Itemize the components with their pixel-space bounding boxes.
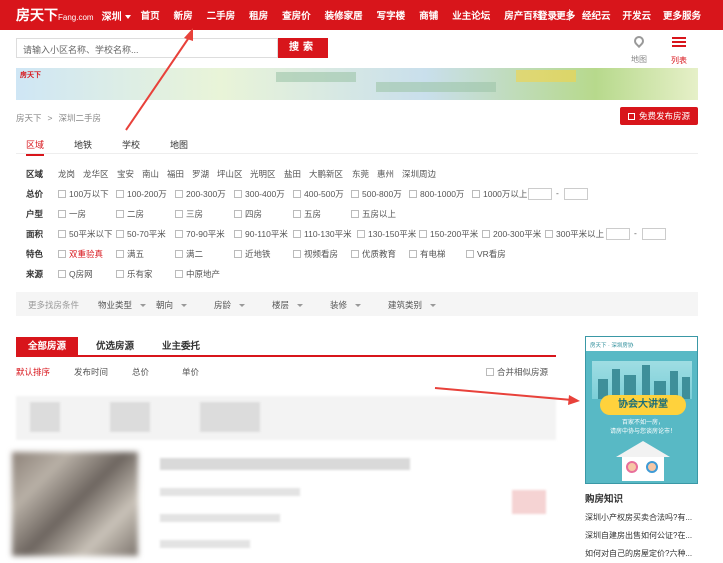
- annotation-arrows: [125, 28, 580, 405]
- arrow-to-ad-icon: [434, 387, 580, 405]
- arrow-to-second-hand-icon: [125, 28, 193, 131]
